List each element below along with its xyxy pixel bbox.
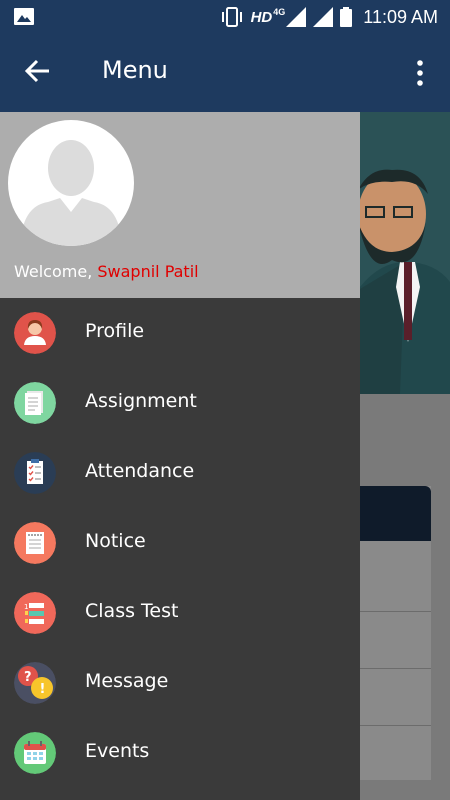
background-banner — [360, 112, 450, 394]
menu-label-assignment: Assignment — [85, 390, 197, 412]
svg-text:!: ! — [40, 682, 46, 697]
vibrate-icon — [221, 7, 242, 27]
background-divider — [360, 668, 431, 669]
background-divider — [360, 725, 431, 726]
menu-item-message[interactable]: ? ! Message — [0, 648, 360, 718]
menu-item-events[interactable]: Events — [0, 718, 360, 788]
menu-label-notice: Notice — [85, 530, 146, 552]
menu-label-attendance: Attendance — [85, 460, 195, 482]
user-name: Swapnil Patil — [97, 262, 199, 281]
menu-item-assignment[interactable]: Assignment — [0, 368, 360, 438]
menu-item-profile[interactable]: Profile — [0, 298, 360, 368]
svg-text:?: ? — [24, 670, 32, 685]
page-title: Menu — [102, 56, 168, 84]
avatar[interactable] — [8, 120, 134, 246]
attendance-icon — [14, 452, 56, 494]
welcome-text: Welcome, Swapnil Patil — [14, 262, 199, 281]
menu-label-class-test: Class Test — [85, 600, 179, 622]
class-test-icon: 1 — [14, 592, 56, 634]
signal-icon — [286, 7, 307, 27]
menu-label-profile: Profile — [85, 320, 145, 342]
status-bar: HD 4G 11:09 AM — [0, 0, 450, 34]
menu-item-class-test[interactable]: 1 Class Test — [0, 578, 360, 648]
menu-label-events: Events — [85, 740, 150, 762]
assignment-icon — [14, 382, 56, 424]
gallery-icon — [14, 8, 34, 25]
profile-icon — [14, 312, 56, 354]
battery-icon — [340, 7, 353, 27]
menu-item-attendance[interactable]: Attendance — [0, 438, 360, 508]
message-icon: ? ! — [14, 662, 56, 704]
menu-item-notice[interactable]: Notice — [0, 508, 360, 578]
navigation-drawer: Welcome, Swapnil Patil Profile Assignmen… — [0, 112, 360, 800]
network-type: 4G — [273, 7, 286, 17]
drawer-header: Welcome, Swapnil Patil — [0, 112, 360, 298]
welcome-label: Welcome, — [14, 262, 93, 281]
teacher-illustration — [360, 112, 450, 394]
clock: 11:09 AM — [363, 6, 438, 27]
events-icon — [14, 732, 56, 774]
more-vertical-icon[interactable] — [410, 58, 430, 88]
app-bar: Menu — [0, 34, 450, 112]
background-card-header — [360, 486, 431, 541]
menu-label-message: Message — [85, 670, 169, 692]
hd-indicator: HD — [250, 8, 273, 26]
user-placeholder-icon — [20, 140, 122, 246]
svg-text:1: 1 — [24, 603, 28, 611]
background-divider — [360, 611, 431, 612]
signal-icon-2 — [313, 7, 334, 27]
notice-icon — [14, 522, 56, 564]
arrow-left-icon[interactable] — [22, 56, 52, 86]
